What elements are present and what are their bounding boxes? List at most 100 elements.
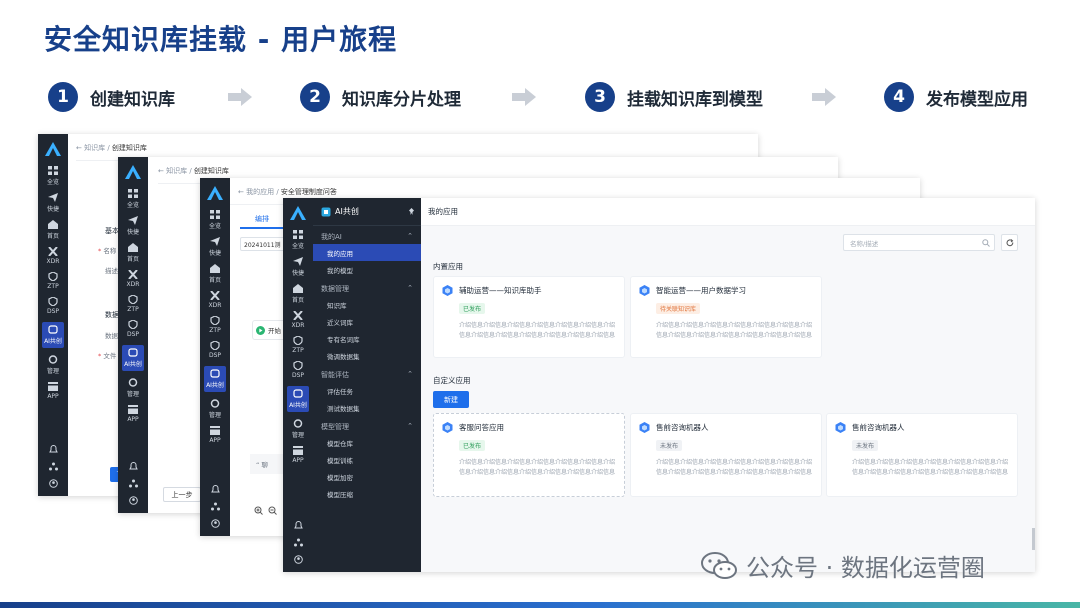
footer-bar <box>0 602 1080 608</box>
bell-icon[interactable] <box>293 521 303 530</box>
nav-item-manage[interactable]: 管理 <box>127 378 139 398</box>
breadcrumb-link[interactable]: 知识库 <box>166 167 187 175</box>
nav-item-ai[interactable]: AI共创 <box>42 322 64 348</box>
refresh-button[interactable] <box>1001 234 1018 251</box>
prev-button[interactable]: 上一步 <box>163 487 201 502</box>
nav-item-home[interactable]: 首页 <box>292 284 304 304</box>
nav-item-overview[interactable]: 全览 <box>47 166 59 186</box>
nav-item-ai[interactable]: AI共创 <box>122 345 144 371</box>
nav-item-overview[interactable]: 全览 <box>209 210 221 230</box>
nav-item-dsp[interactable]: DSP <box>47 297 59 315</box>
nav-item-ztp[interactable]: ZTP <box>292 336 304 354</box>
nav-item-overview[interactable]: 全览 <box>292 230 304 250</box>
nav-item-quick[interactable]: 快捷 <box>47 193 59 213</box>
nav-item-xdr[interactable]: XDR <box>209 291 221 309</box>
home-icon <box>209 264 220 273</box>
network-icon[interactable] <box>48 462 58 471</box>
nav-item-dsp[interactable]: DSP <box>209 341 221 359</box>
network-icon[interactable] <box>210 502 220 511</box>
chevron-up-icon: ⌃ <box>407 370 413 378</box>
nav-item-ai[interactable]: AI共创 <box>204 366 226 392</box>
nav-item-xdr[interactable]: XDR <box>47 247 59 265</box>
nav-item-manage[interactable]: 管理 <box>292 419 304 439</box>
scrollbar[interactable] <box>1032 528 1035 550</box>
menu-item-model-compress[interactable]: 模型压缩 <box>313 485 421 502</box>
nav-item-app[interactable]: APP <box>127 405 139 423</box>
nav-label: 快捷 <box>46 206 59 213</box>
menu-item-my-models[interactable]: 我的模型 <box>313 261 421 278</box>
nav-label: ZTP <box>292 347 304 354</box>
gear-icon <box>293 419 303 428</box>
menu-item-terms[interactable]: 专有名词库 <box>313 330 421 347</box>
nav-item-app[interactable]: APP <box>292 446 304 464</box>
app-name: 智能运营——用户数据学习 <box>656 286 746 295</box>
shield-icon <box>128 295 138 304</box>
nav-label: 首页 <box>46 233 59 240</box>
menu-item-model-train[interactable]: 模型训练 <box>313 451 421 468</box>
gear-icon <box>128 378 138 387</box>
tab-edit[interactable]: 编排 <box>240 211 284 229</box>
nav-item-xdr[interactable]: XDR <box>127 270 139 288</box>
menu-item-synonyms[interactable]: 近义词库 <box>313 313 421 330</box>
menu-item-my-apps[interactable]: 我的应用 <box>313 244 421 261</box>
menu-group-eval[interactable]: 智能评估 ⌃ <box>313 364 421 382</box>
nav-item-home[interactable]: 首页 <box>47 220 59 240</box>
ai-logo-icon <box>321 207 331 216</box>
breadcrumb-link[interactable]: 我的应用 <box>246 188 274 196</box>
nav-item-xdr[interactable]: XDR <box>292 311 304 329</box>
nav-label: 首页 <box>208 277 221 284</box>
nav-item-quick[interactable]: 快捷 <box>292 257 304 277</box>
zoom-out-icon[interactable] <box>268 506 277 515</box>
nav-item-home[interactable]: 首页 <box>127 243 139 263</box>
user-icon[interactable] <box>128 496 138 505</box>
breadcrumb: ← 我的应用 / 安全管理制度问答 <box>238 188 337 196</box>
menu-item-test-data[interactable]: 测试数据集 <box>313 399 421 416</box>
nav-item-overview[interactable]: 全览 <box>127 189 139 209</box>
nav-label: DSP <box>126 331 140 338</box>
nav-item-ztp[interactable]: ZTP <box>209 316 221 334</box>
nav-item-app[interactable]: APP <box>209 426 221 444</box>
bell-icon[interactable] <box>210 485 220 494</box>
nav-item-manage[interactable]: 管理 <box>209 399 221 419</box>
pin-icon[interactable] <box>408 208 415 215</box>
nav-item-dsp[interactable]: DSP <box>292 361 304 379</box>
menu-item-model-repo[interactable]: 模型仓库 <box>313 434 421 451</box>
nav-item-manage[interactable]: 管理 <box>47 355 59 375</box>
nav-item-ai[interactable]: AI共创 <box>287 386 309 412</box>
breadcrumb-link[interactable]: 知识库 <box>84 144 105 152</box>
menu-group-data[interactable]: 数据管理 ⌃ <box>313 278 421 296</box>
menu-item-finetune-data[interactable]: 微调数据集 <box>313 347 421 364</box>
network-icon[interactable] <box>128 479 138 488</box>
shield-icon <box>128 320 138 329</box>
nav-item-ztp[interactable]: ZTP <box>47 272 59 290</box>
menu-group-my-ai[interactable]: 我的AI ⌃ <box>313 226 421 244</box>
bell-icon[interactable] <box>128 462 138 471</box>
app-card[interactable]: 智能运营——用户数据学习 待关联知识库 介绍信息介绍信息介绍信息介绍信息介绍信息… <box>630 276 822 358</box>
new-app-button[interactable]: 新建 <box>433 391 469 408</box>
user-icon[interactable] <box>210 519 220 528</box>
nav-label: AI共创 <box>124 361 142 368</box>
nav-item-ztp[interactable]: ZTP <box>127 295 139 313</box>
menu-item-eval-tasks[interactable]: 评估任务 <box>313 382 421 399</box>
window-publish-apps: 全览 快捷 首页 XDR ZTP DSP AI共创 管理 APP AI共创 我的… <box>283 198 1035 572</box>
nav-item-dsp[interactable]: DSP <box>127 320 139 338</box>
app-card[interactable]: 售前咨询机器人 未发布 介绍信息介绍信息介绍信息介绍信息介绍信息介绍信息介绍信息… <box>826 413 1018 497</box>
user-icon[interactable] <box>293 555 303 564</box>
app-card[interactable]: 客服问答应用 已发布 介绍信息介绍信息介绍信息介绍信息介绍信息介绍信息介绍信息介… <box>433 413 625 497</box>
menu-group-models[interactable]: 模型管理 ⌃ <box>313 416 421 434</box>
bell-icon[interactable] <box>48 445 58 454</box>
nav-item-quick[interactable]: 快捷 <box>127 216 139 236</box>
app-card[interactable]: 售前咨询机器人 未发布 介绍信息介绍信息介绍信息介绍信息介绍信息介绍信息介绍信息… <box>630 413 822 497</box>
zoom-in-icon[interactable] <box>254 506 263 515</box>
app-card[interactable]: 辅助运营——知识库助手 已发布 介绍信息介绍信息介绍信息介绍信息介绍信息介绍信息… <box>433 276 625 358</box>
nav-item-app[interactable]: APP <box>47 382 59 400</box>
menu-item-knowledge-base[interactable]: 知识库 <box>313 296 421 313</box>
nav-item-home[interactable]: 首页 <box>209 264 221 284</box>
nav-label: 管理 <box>291 432 304 439</box>
menu-item-model-encrypt[interactable]: 模型加密 <box>313 468 421 485</box>
nav-item-quick[interactable]: 快捷 <box>209 237 221 257</box>
x-icon <box>48 247 58 256</box>
user-icon[interactable] <box>48 479 58 488</box>
network-icon[interactable] <box>293 538 303 547</box>
search-input[interactable]: 名称/描述 <box>843 234 995 251</box>
